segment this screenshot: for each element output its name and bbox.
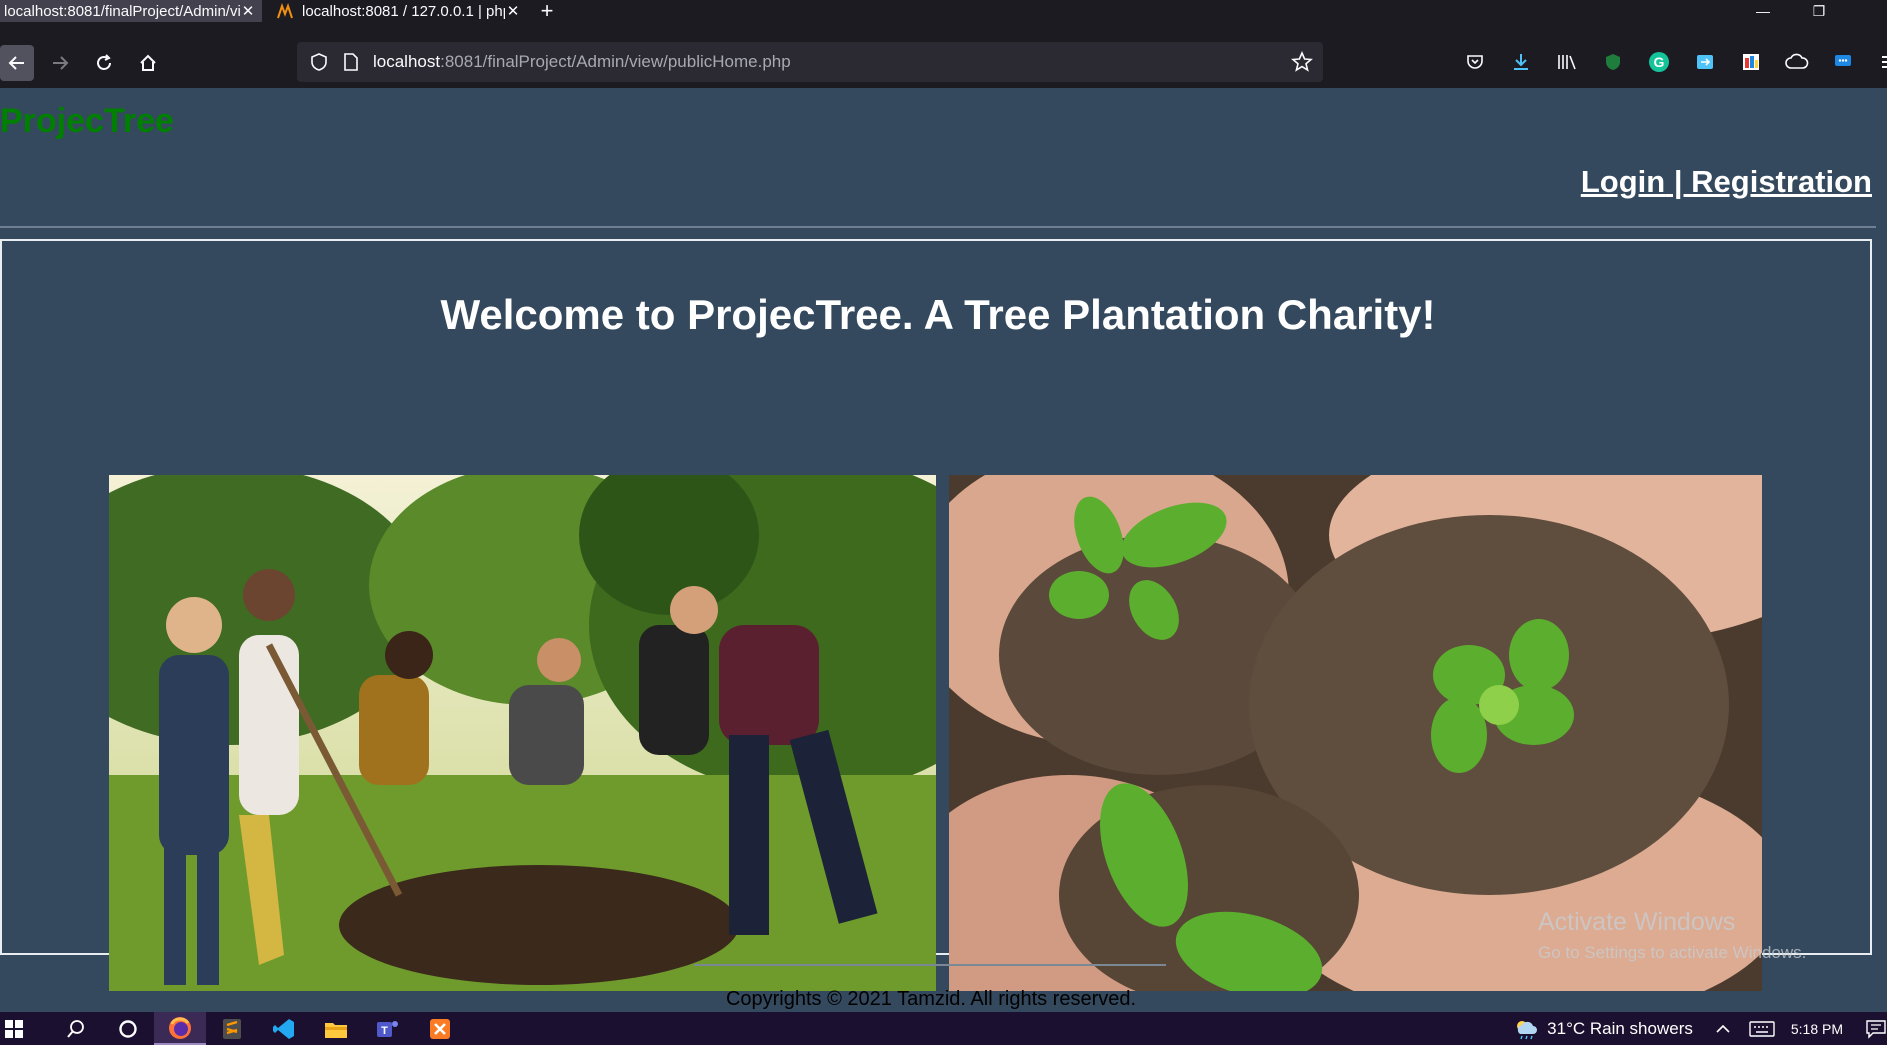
tab-public-home[interactable]: localhost:8081/finalProject/Admin/view ✕ [0, 0, 262, 22]
windows-taskbar: T 31°C Rain showers 5:18 PM [0, 1012, 1887, 1045]
copyright-text: Copyrights © 2021 Tamzid. All rights res… [725, 988, 1137, 1010]
minimize-window-button[interactable]: — [1734, 0, 1792, 22]
home-icon [140, 54, 156, 71]
back-button[interactable] [0, 45, 34, 81]
downloads-icon[interactable] [1498, 48, 1544, 76]
restore-window-button[interactable]: ❐ [1790, 0, 1848, 22]
pocket-icon[interactable] [1452, 48, 1498, 76]
svg-text:T: T [381, 1025, 388, 1037]
notifications-icon[interactable] [1865, 1019, 1887, 1039]
library-icon[interactable] [1544, 48, 1590, 76]
url-path: :8081/finalProject/Admin/view/publicHome… [440, 52, 791, 71]
reload-button[interactable] [82, 45, 126, 81]
close-tab-icon[interactable]: ✕ [240, 2, 256, 20]
menu-icon[interactable] [1866, 48, 1887, 76]
translate-extension-icon[interactable] [1682, 48, 1728, 76]
grammarly-icon[interactable]: G [1636, 48, 1682, 76]
weather-text: 31°C Rain showers [1547, 1018, 1693, 1038]
chat-extension-icon[interactable] [1820, 48, 1866, 76]
auth-links: Login | Registration [1581, 164, 1872, 200]
svg-text:G: G [1654, 54, 1665, 70]
tab-strip: localhost:8081/finalProject/Admin/view ✕… [0, 0, 1887, 23]
phpmyadmin-favicon-icon [277, 3, 293, 19]
teams-icon[interactable]: T [362, 1012, 414, 1045]
tab-title: localhost:8081/finalProject/Admin/view [4, 2, 240, 20]
site-logo[interactable]: ProjecTree [0, 102, 174, 141]
vscode-icon[interactable] [258, 1012, 310, 1045]
tab-phpmyadmin[interactable]: localhost:8081 / 127.0.0.1 | phpMyAdmin … [262, 0, 527, 22]
footer-divider [694, 964, 1166, 966]
home-button[interactable] [126, 45, 170, 81]
firefox-icon[interactable] [154, 1012, 206, 1045]
xampp-icon[interactable] [414, 1012, 466, 1045]
cloud-extension-icon[interactable] [1774, 48, 1820, 76]
system-tray: 31°C Rain showers 5:18 PM [1513, 1012, 1887, 1045]
bookmark-star-icon[interactable] [1291, 51, 1313, 73]
new-tab-button[interactable]: + [527, 0, 567, 23]
shield-extension-icon[interactable] [1590, 48, 1636, 76]
page-content: ProjecTree Login | Registration Welcome … [0, 88, 1887, 1012]
auth-separator: | [1665, 164, 1692, 199]
weather-widget[interactable]: 31°C Rain showers [1513, 1018, 1693, 1040]
back-arrow-icon [8, 56, 24, 70]
file-explorer-icon[interactable] [310, 1012, 362, 1045]
reload-icon [97, 54, 111, 70]
chevron-up-icon[interactable] [1715, 1021, 1731, 1037]
watermark-subtitle: Go to Settings to activate Windows. [1538, 943, 1807, 962]
tracking-shield-icon[interactable] [307, 52, 331, 72]
forward-arrow-icon [53, 56, 69, 70]
sublime-icon[interactable] [206, 1012, 258, 1045]
close-tab-icon[interactable]: ✕ [505, 2, 521, 20]
welcome-heading: Welcome to ProjecTree. A Tree Plantation… [440, 291, 1436, 338]
url-host: localhost [373, 52, 441, 71]
header-divider [0, 226, 1876, 228]
watermark-title: Activate Windows [1538, 908, 1736, 936]
keyboard-icon[interactable] [1749, 1020, 1775, 1038]
clock[interactable]: 5:18 PM [1791, 1021, 1843, 1037]
url-text: localhost:8081/finalProject/Admin/view/p… [373, 52, 791, 72]
toolbar-icons: G [1452, 48, 1887, 76]
activate-windows-watermark: Activate Windows Go to Settings to activ… [1538, 908, 1806, 963]
windows-start-icon[interactable] [0, 1012, 28, 1045]
search-icon[interactable] [50, 1012, 102, 1045]
forward-button[interactable] [38, 45, 82, 81]
color-extension-icon[interactable] [1728, 48, 1774, 76]
page-info-icon[interactable] [341, 52, 361, 72]
address-bar[interactable]: localhost:8081/finalProject/Admin/view/p… [297, 42, 1323, 82]
registration-link[interactable]: Registration [1691, 164, 1872, 199]
welcome-section: Welcome to ProjecTree. A Tree Plantation… [0, 239, 1872, 991]
tab-title: localhost:8081 / 127.0.0.1 | phpMyAdmin [302, 2, 505, 20]
browser-chrome: localhost:8081/finalProject/Admin/view ✕… [0, 0, 1887, 88]
volunteers-planting-photo [109, 475, 936, 991]
rain-cloud-icon [1517, 1020, 1538, 1039]
login-link[interactable]: Login [1581, 164, 1665, 199]
cortana-icon[interactable] [102, 1012, 154, 1045]
